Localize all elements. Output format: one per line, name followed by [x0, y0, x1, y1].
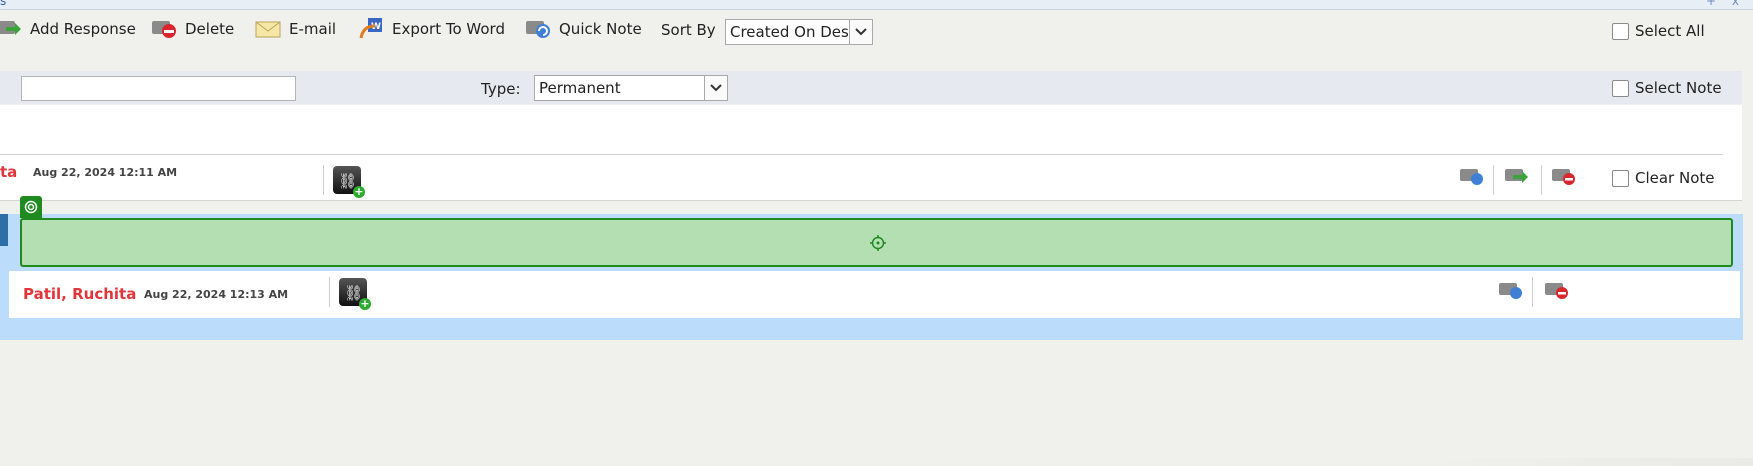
- selection-indicator: [0, 214, 8, 246]
- crosshair-icon: [870, 235, 886, 251]
- quick-note-icon[interactable]: [1498, 281, 1524, 301]
- type-value: Permanent: [539, 79, 621, 97]
- select-all-row[interactable]: Select All: [1612, 22, 1705, 40]
- delete-icon[interactable]: [1544, 281, 1570, 301]
- clear-note-row[interactable]: Clear Note: [1612, 169, 1715, 187]
- export-word-icon: W: [358, 18, 384, 40]
- target-tag-icon: [20, 196, 42, 218]
- filter-bar: Type: Permanent Select Note: [0, 71, 1742, 104]
- quick-note-icon: [525, 18, 551, 40]
- divider: [1493, 165, 1494, 195]
- notes-toolbar: Add Response Delete E-mail W Export To W…: [0, 12, 1753, 52]
- quick-note-icon[interactable]: [1459, 167, 1485, 187]
- chevron-down-icon[interactable]: [849, 20, 872, 44]
- delete-label: Delete: [185, 20, 235, 38]
- delete-icon: [151, 18, 177, 40]
- note-date: Aug 22, 2024 12:11 AM: [33, 166, 178, 179]
- divider: [1541, 165, 1542, 195]
- window-title-strip: s + x: [0, 0, 1753, 10]
- add-link-icon[interactable]: ⛓ +: [333, 166, 365, 198]
- sort-by-label: Sort By: [661, 21, 716, 39]
- background: [1413, 458, 1753, 466]
- divider: [329, 277, 330, 307]
- divider: [323, 165, 324, 195]
- note-date: Aug 22, 2024 12:13 AM: [144, 288, 289, 301]
- email-button[interactable]: E-mail: [255, 18, 336, 40]
- clear-note-checkbox[interactable]: [1612, 169, 1629, 187]
- highlighted-region[interactable]: [20, 218, 1733, 267]
- note-author[interactable]: Patil, Ruchita: [23, 285, 136, 303]
- add-link-icon[interactable]: ⛓ +: [339, 278, 371, 310]
- export-word-button[interactable]: W Export To Word: [358, 18, 505, 40]
- sort-by-select[interactable]: Created On Desc: [725, 19, 873, 45]
- select-all-checkbox[interactable]: [1612, 22, 1629, 40]
- export-word-label: Export To Word: [392, 20, 505, 38]
- window-controls[interactable]: + x: [1706, 0, 1745, 8]
- add-response-label: Add Response: [30, 20, 136, 38]
- delete-button[interactable]: Delete: [151, 18, 234, 40]
- divider: [1532, 277, 1533, 307]
- select-note-row[interactable]: Select Note: [1612, 79, 1722, 97]
- note-author[interactable]: ta: [0, 163, 17, 181]
- quick-note-button[interactable]: Quick Note: [525, 18, 642, 40]
- type-label: Type:: [481, 80, 521, 98]
- divider: [0, 154, 1723, 155]
- email-label: E-mail: [289, 20, 337, 38]
- select-all-label: Select All: [1635, 22, 1705, 40]
- reply-icon[interactable]: [1504, 167, 1530, 187]
- search-input[interactable]: [21, 76, 296, 101]
- note-panel: Patil, Ruchita Aug 22, 2024 12:13 AM ⛓ +: [9, 271, 1740, 318]
- quick-note-label: Quick Note: [559, 20, 642, 38]
- delete-icon[interactable]: [1551, 167, 1577, 187]
- type-select[interactable]: Permanent: [534, 75, 728, 101]
- window-tab-fragment[interactable]: s: [0, 0, 6, 8]
- select-note-label: Select Note: [1635, 79, 1722, 97]
- select-note-checkbox[interactable]: [1612, 79, 1629, 97]
- clear-note-label: Clear Note: [1635, 169, 1715, 187]
- envelope-icon: [255, 18, 281, 40]
- add-response-button[interactable]: Add Response: [0, 18, 136, 40]
- note-panel: ta Aug 22, 2024 12:11 AM ⛓ + Clear Note: [0, 105, 1742, 201]
- add-response-icon: [0, 18, 22, 40]
- sort-by-value: Created On Desc: [730, 23, 858, 41]
- chevron-down-icon[interactable]: [704, 76, 727, 100]
